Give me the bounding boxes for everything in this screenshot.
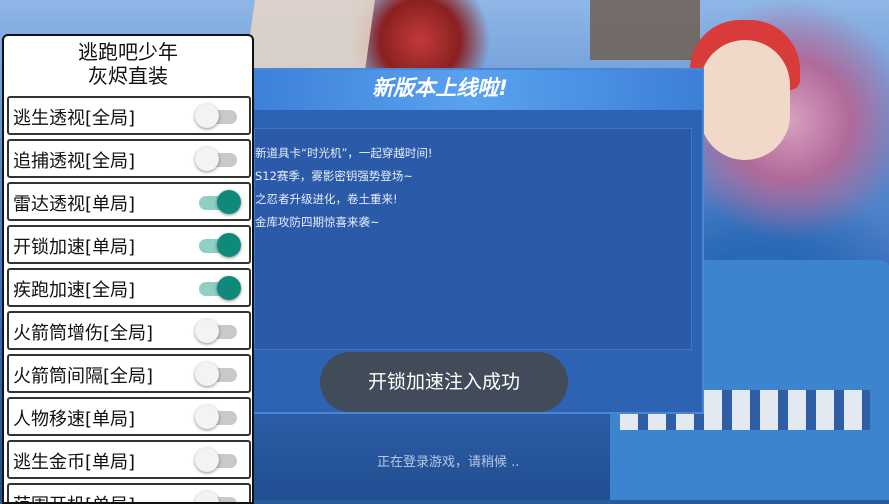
login-status-text: 正在登录游戏，请稍候 .. <box>377 455 520 470</box>
menu-row-range-activate[interactable]: 范围开机[单局] <box>7 483 251 502</box>
menu-row-label: 火箭筒增伤[全局] <box>13 323 154 344</box>
menu-row-sprint-speed[interactable]: 疾跑加速[全局] <box>7 268 251 307</box>
menu-row-escape-esp[interactable]: 逃生透视[全局] <box>7 96 251 135</box>
background-building <box>590 0 700 60</box>
background-building <box>245 0 375 70</box>
menu-row-label: 人物移速[单局] <box>13 409 136 430</box>
toggle-switch[interactable] <box>195 147 239 171</box>
news-line: S12赛季，雾影密钥强势登场~ <box>255 169 414 183</box>
toggle-switch[interactable] <box>195 362 239 386</box>
menu-row-escape-coins[interactable]: 逃生金币[单局] <box>7 440 251 479</box>
menu-row-label: 雷达透视[单局] <box>13 194 136 215</box>
menu-row-label: 疾跑加速[全局] <box>13 280 136 301</box>
menu-row-radar-esp[interactable]: 雷达透视[单局] <box>7 182 251 221</box>
menu-row-rocket-damage[interactable]: 火箭筒增伤[全局] <box>7 311 251 350</box>
toast-message: 开锁加速注入成功 <box>320 352 568 412</box>
news-dialog-body[interactable]: 新道具卡“时光机”，一起穿越时间! S12赛季，雾影密钥强势登场~ 之忍者升级进… <box>254 128 692 350</box>
menu-row-move-speed[interactable]: 人物移速[单局] <box>7 397 251 436</box>
menu-title-line1: 逃跑吧少年 <box>78 40 178 64</box>
toggle-switch[interactable] <box>195 405 239 429</box>
toggle-switch[interactable] <box>195 190 241 214</box>
menu-row-label: 开锁加速[单局] <box>13 237 136 258</box>
menu-row-label: 逃生金币[单局] <box>13 452 136 473</box>
background-character <box>700 40 790 160</box>
menu-row-unlock-speed[interactable]: 开锁加速[单局] <box>7 225 251 264</box>
toggle-switch[interactable] <box>195 104 239 128</box>
menu-row-label: 逃生透视[全局] <box>13 108 136 129</box>
menu-row-rocket-interval[interactable]: 火箭筒间隔[全局] <box>7 354 251 393</box>
news-dialog-title: 新版本上线啦! <box>372 76 508 100</box>
menu-row-label: 范围开机[单局] <box>13 491 135 502</box>
toggle-switch[interactable] <box>195 319 239 343</box>
news-line: 新道具卡“时光机”，一起穿越时间! <box>255 146 433 160</box>
toggle-switch[interactable] <box>195 491 239 502</box>
news-line: 金库攻防四期惊喜来袭~ <box>255 215 380 229</box>
toggle-switch[interactable] <box>195 448 239 472</box>
menu-row-chase-esp[interactable]: 追捕透视[全局] <box>7 139 251 178</box>
news-line: 之忍者升级进化，卷土重来! <box>255 192 398 206</box>
menu-toggle-list: 逃生透视[全局] 追捕透视[全局] 雷达透视[单局] 开锁加速[单局] 疾跑加速… <box>7 96 251 502</box>
menu-row-label: 追捕透视[全局] <box>13 151 136 172</box>
menu-title: 逃跑吧少年 灰烬直装 <box>4 40 252 88</box>
menu-row-label: 火箭筒间隔[全局] <box>13 366 154 387</box>
mod-menu-panel: 逃跑吧少年 灰烬直装 逃生透视[全局] 追捕透视[全局] 雷达透视[单局] 开锁… <box>2 34 254 504</box>
menu-title-line2: 灰烬直装 <box>88 64 168 88</box>
toggle-switch[interactable] <box>195 233 241 257</box>
toggle-switch[interactable] <box>195 276 241 300</box>
